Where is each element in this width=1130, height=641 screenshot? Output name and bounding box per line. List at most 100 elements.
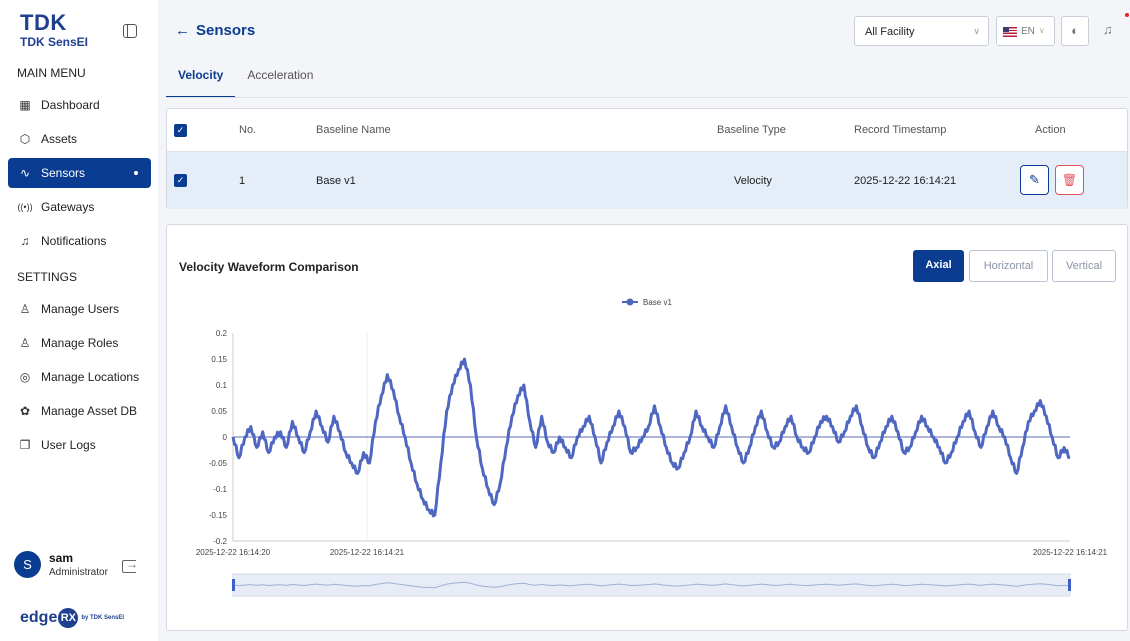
sidebar-item-manage-locations[interactable]: ◎ Manage Locations: [8, 362, 151, 392]
y-tick-label: 0.05: [211, 407, 227, 416]
legend-swatch-marker: [626, 298, 634, 306]
user-role: Administrator: [49, 567, 108, 578]
avatar: S: [14, 551, 41, 578]
sidebar-item-notifications[interactable]: ♫ Notifications: [8, 226, 151, 256]
legend-label: Base v1: [643, 298, 672, 307]
y-tick-label: 0.15: [211, 355, 227, 364]
baseline-table: ✓ No. Baseline Name Baseline Type Record…: [166, 108, 1128, 209]
sidebar-item-assets[interactable]: ⬡ Assets: [8, 124, 151, 154]
sidebar-item-manage-asset-db[interactable]: ✿ Manage Asset DB: [8, 396, 151, 426]
sidebar-collapse-icon[interactable]: [123, 24, 137, 38]
tabs-divider: [166, 97, 1128, 98]
delete-icon[interactable]: 🗑: [1055, 165, 1084, 195]
chevron-down-icon: ∨: [973, 26, 980, 36]
sidebar-item-label: Dashboard: [41, 98, 100, 112]
axis-button-vertical[interactable]: Vertical: [1052, 250, 1116, 282]
sidebar-item-label: Manage Roles: [41, 336, 119, 350]
zoom-slider-handle-right: [1068, 579, 1071, 591]
main-menu-title: MAIN MENU: [17, 66, 86, 80]
x-tick-label: 2025-12-22 16:14:21: [1033, 548, 1108, 557]
back-arrow-icon[interactable]: ←: [175, 22, 190, 39]
sidebar-item-label: Notifications: [41, 234, 107, 248]
chevron-down-icon: ∨: [1038, 26, 1045, 35]
user-profile[interactable]: S sam Administrator: [14, 551, 108, 578]
notification-dot: [1125, 13, 1129, 17]
broadcast-icon: ((•)): [17, 202, 33, 212]
col-baseline-type: Baseline Type: [717, 124, 786, 136]
sidebar-item-user-logs[interactable]: ❐ User Logs: [8, 430, 151, 460]
user-name: sam: [49, 551, 74, 565]
chart-card: Velocity Waveform Comparison Axial Horiz…: [166, 224, 1128, 631]
y-tick-label: 0.2: [216, 329, 228, 338]
sidebar-item-manage-users[interactable]: ♙ Manage Users: [8, 294, 151, 324]
sidebar-item-gateways[interactable]: ((•)) Gateways: [8, 192, 151, 222]
y-tick-label: -0.05: [209, 459, 228, 468]
x-tick-label: 2025-12-22 16:14:20: [196, 548, 271, 557]
edit-icon[interactable]: ✎: [1020, 165, 1049, 195]
sidebar-item-manage-roles[interactable]: ♙ Manage Roles: [8, 328, 151, 358]
select-all-checkbox[interactable]: ✓: [174, 123, 187, 137]
active-dot: [134, 171, 138, 175]
y-tick-label: -0.2: [213, 537, 227, 546]
language-select[interactable]: EN ∨: [996, 16, 1055, 46]
axis-button-horizontal[interactable]: Horizontal: [969, 250, 1048, 282]
brand-by: by TDK SensEI: [81, 615, 125, 621]
brand-edge: edge: [20, 609, 58, 626]
col-no: No.: [239, 124, 257, 136]
role-icon: ♙: [19, 336, 31, 350]
row-checkbox[interactable]: ✓: [174, 174, 187, 187]
cell-record-timestamp: 2025-12-22 16:14:21: [854, 174, 957, 187]
notification-bell-icon[interactable]: ♫: [1103, 22, 1113, 37]
sidebar: TDK TDK SensEI MAIN MENU ▦ Dashboard ⬡ A…: [0, 0, 158, 641]
sidebar-item-label: User Logs: [41, 438, 96, 452]
chart-card-title: Velocity Waveform Comparison: [179, 260, 359, 274]
us-flag-icon: [1003, 27, 1017, 37]
sidebar-item-label: Assets: [41, 132, 78, 146]
brand-rx: RX: [58, 608, 79, 628]
language-value: EN: [1021, 26, 1035, 37]
table-header: ✓ No. Baseline Name Baseline Type Record…: [167, 109, 1127, 152]
logout-icon[interactable]: [122, 557, 138, 573]
theme-toggle-icon[interactable]: ◐: [1061, 16, 1089, 46]
user-icon: ♙: [19, 302, 31, 316]
x-tick-label: 2025-12-22 16:14:21: [330, 548, 405, 557]
col-action: Action: [1035, 124, 1066, 136]
tabs: Velocity Acceleration: [166, 60, 325, 98]
sidebar-item-label: Manage Locations: [41, 370, 140, 384]
database-icon: ✿: [19, 404, 31, 418]
tdk-logo[interactable]: TDK TDK SensEI: [20, 10, 89, 50]
facility-select[interactable]: All Facility ∨: [854, 16, 989, 46]
logs-icon: ❐: [19, 438, 31, 452]
sidebar-item-label: Manage Asset DB: [41, 404, 138, 418]
sidebar-item-label: Sensors: [41, 166, 86, 180]
location-icon: ◎: [19, 370, 31, 384]
axis-button-axial[interactable]: Axial: [913, 250, 964, 282]
zoom-slider-track: [232, 573, 1071, 597]
cube-icon: ⬡: [19, 132, 31, 146]
logo-text: TDK: [20, 10, 67, 35]
cell-no: 1: [239, 174, 246, 187]
header: ← Sensors All Facility ∨ EN ∨ ◐ ♫ Veloci…: [158, 0, 1130, 98]
facility-select-value: All Facility: [865, 26, 915, 38]
y-tick-label: -0.1: [213, 485, 227, 494]
tab-velocity[interactable]: Velocity: [166, 60, 236, 98]
sidebar-item-dashboard[interactable]: ▦ Dashboard: [8, 90, 151, 120]
sidebar-item-label: Gateways: [41, 200, 95, 214]
col-record-timestamp: Record Timestamp: [854, 124, 947, 136]
dashboard-icon: ▦: [19, 98, 31, 112]
settings-title: SETTINGS: [17, 270, 78, 284]
zoom-slider-handle-left: [232, 579, 235, 591]
y-tick-label: 0.1: [216, 381, 228, 390]
velocity-waveform-chart[interactable]: 0.2 0.15 0.1 0.05 0 -0.05 -0.1 -0.15 -0.2 2025-12…: [167, 287, 1127, 627]
tab-acceleration[interactable]: Acceleration: [235, 60, 325, 98]
table-row[interactable]: ✓ 1 Base v1 Velocity 2025-12-22 16:14:21…: [167, 152, 1127, 209]
pulse-icon: ∿: [19, 166, 31, 180]
sidebar-item-label: Manage Users: [41, 302, 120, 316]
cell-baseline-name: Base v1: [316, 174, 356, 187]
edgerx-logo: edge RX by TDK SensEI: [20, 608, 124, 628]
product-name: TDK SensEI: [20, 35, 89, 49]
sidebar-item-sensors[interactable]: ∿ Sensors: [8, 158, 151, 188]
page-title: Sensors: [196, 22, 256, 39]
y-tick-label: -0.15: [209, 511, 228, 520]
bell-icon: ♫: [20, 234, 30, 248]
